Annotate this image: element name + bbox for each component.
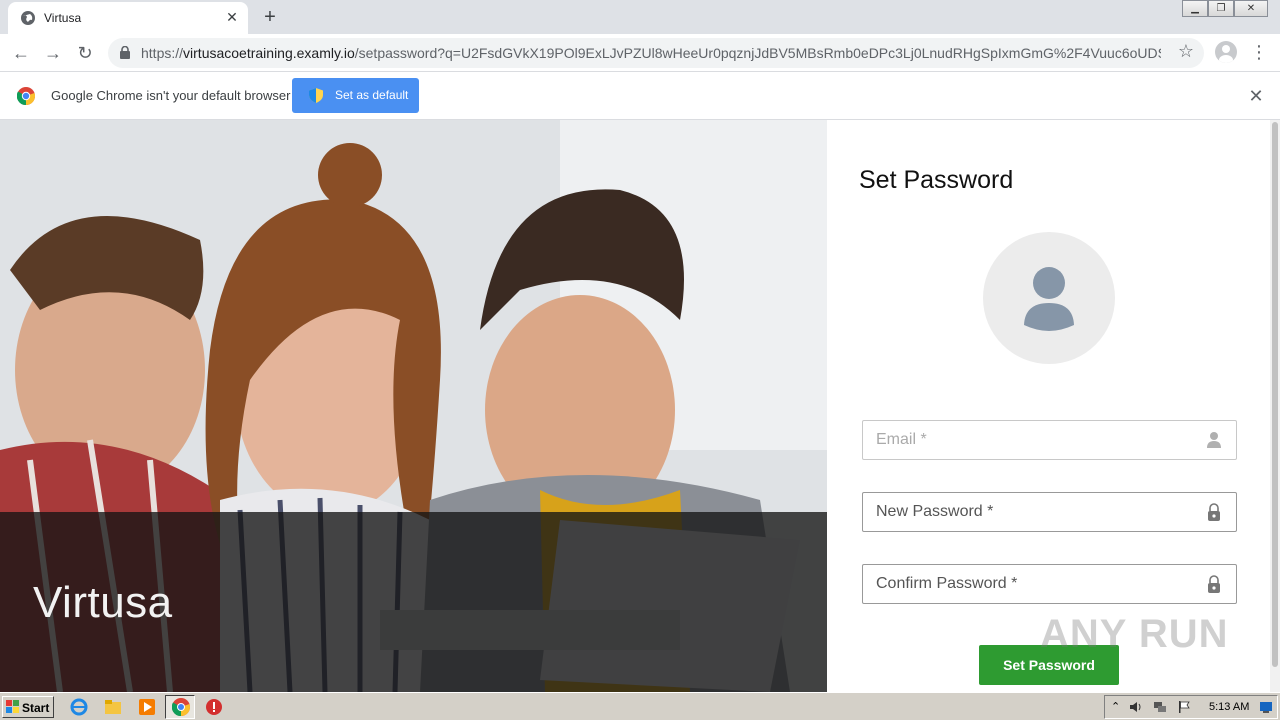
page-title: Set Password	[859, 166, 1014, 194]
brand-title: Virtusa	[33, 578, 173, 627]
email-field[interactable]	[862, 420, 1237, 460]
watermark: ANY RUN	[1040, 612, 1229, 656]
restore-button[interactable]: ❐	[1208, 0, 1234, 17]
new-password-input[interactable]	[863, 493, 1193, 531]
reload-icon[interactable]: ↻	[72, 40, 98, 66]
confirm-password-field[interactable]	[862, 564, 1237, 604]
url-text: https://virtusacoetraining.examly.io/set…	[141, 45, 1161, 61]
lock-icon	[1208, 575, 1220, 593]
system-tray: ⌃ 5:13 AM	[1104, 695, 1278, 719]
shield-icon	[309, 88, 323, 103]
user-icon	[1207, 432, 1221, 448]
window-close-button[interactable]: ✕	[1234, 0, 1268, 17]
profile-avatar-icon[interactable]	[1215, 41, 1237, 63]
lock-icon	[120, 46, 130, 59]
show-desktop-icon[interactable]	[1259, 700, 1273, 714]
avatar	[983, 232, 1115, 364]
tab-close-icon[interactable]: ✕	[224, 9, 240, 25]
scrollbar-thumb[interactable]	[1272, 122, 1278, 667]
bookmark-star-icon[interactable]: ☆	[1178, 41, 1194, 62]
globe-icon	[21, 11, 35, 25]
address-bar[interactable]: https://virtusacoetraining.examly.io/set…	[108, 38, 1204, 68]
browser-toolbar: ← → ↻ https://virtusacoetraining.examly.…	[0, 34, 1280, 72]
minimize-button[interactable]: ▁	[1182, 0, 1208, 17]
new-tab-button[interactable]: +	[258, 5, 282, 29]
forward-arrow-icon[interactable]: →	[40, 40, 66, 66]
user-icon	[1024, 267, 1074, 331]
internet-explorer-icon[interactable]	[70, 698, 88, 716]
email-input[interactable]	[863, 421, 1193, 459]
tab-strip: Virtusa ✕ + ▁ ❐ ✕	[0, 0, 1280, 34]
new-password-field[interactable]	[862, 492, 1237, 532]
browser-menu-icon[interactable]: ⋮	[1250, 40, 1268, 66]
infobar-message: Google Chrome isn't your default browser	[51, 88, 291, 103]
windows-taskbar: Start ⌃ 5:13 AM	[0, 692, 1280, 720]
flag-icon[interactable]	[1177, 700, 1191, 714]
hero-image: Virtusa	[0, 120, 827, 692]
tab-title: Virtusa	[44, 11, 82, 25]
media-player-icon[interactable]	[138, 698, 156, 716]
set-password-panel: Set Password Email * Set Password	[827, 120, 1270, 692]
infobar-close-icon[interactable]: ✕	[1246, 86, 1266, 106]
volume-icon[interactable]	[1129, 700, 1143, 714]
show-hidden-icons-icon[interactable]: ⌃	[1111, 700, 1125, 714]
page-scrollbar[interactable]	[1270, 120, 1280, 692]
chrome-logo-icon	[172, 698, 190, 716]
set-as-default-button[interactable]: Set as default	[292, 78, 419, 113]
network-icon[interactable]	[1153, 700, 1167, 714]
taskbar-chrome-button[interactable]	[165, 695, 195, 719]
browser-tab[interactable]: Virtusa ✕	[8, 2, 248, 34]
clock: 5:13 AM	[1209, 701, 1250, 713]
default-browser-infobar: Google Chrome isn't your default browser…	[0, 72, 1280, 120]
lock-icon	[1208, 503, 1220, 521]
windows-logo-icon	[6, 700, 19, 713]
back-arrow-icon[interactable]: ←	[8, 40, 34, 66]
chrome-logo-icon	[17, 87, 35, 105]
confirm-password-input[interactable]	[863, 565, 1193, 603]
page-content: Virtusa Set Password Email * Set Passwor…	[0, 120, 1280, 692]
start-button[interactable]: Start	[2, 696, 54, 718]
file-explorer-icon[interactable]	[104, 698, 122, 716]
stop-icon[interactable]	[205, 698, 223, 716]
